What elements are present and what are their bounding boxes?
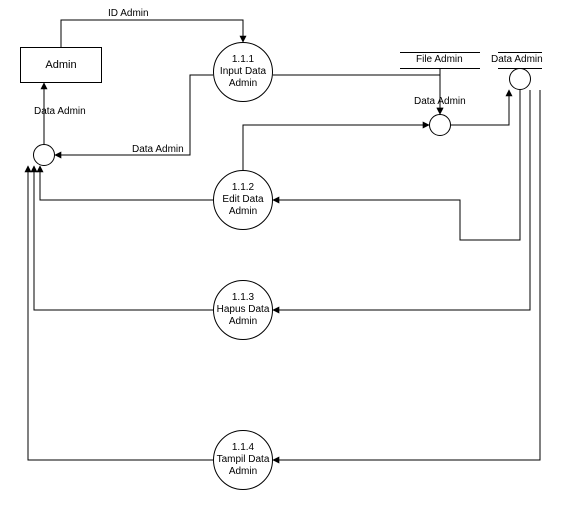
dfd-diagram: Admin 1.1.1 Input Data Admin 1.1.2 Edit … xyxy=(0,0,570,525)
flow-data-admin-center: Data Admin xyxy=(132,144,184,155)
process-name: Hapus Data Admin xyxy=(217,304,270,328)
flow-data-admin-right: Data Admin xyxy=(491,54,543,65)
process-id: 1.1.2 xyxy=(232,182,254,194)
process-1-1-1: 1.1.1 Input Data Admin xyxy=(213,42,273,102)
process-name: Edit Data Admin xyxy=(222,194,263,218)
process-id: 1.1.1 xyxy=(232,54,254,66)
junction-left xyxy=(33,144,55,166)
datastore-file-admin-label: File Admin xyxy=(416,54,463,65)
process-1-1-4: 1.1.4 Tampil Data Admin xyxy=(213,430,273,490)
process-id: 1.1.3 xyxy=(232,292,254,304)
process-id: 1.1.4 xyxy=(232,442,254,454)
junction-bar-top xyxy=(498,52,542,53)
flow-data-admin-left: Data Admin xyxy=(34,106,86,117)
junction-bar-bottom xyxy=(498,68,542,69)
flow-data-admin-ds: Data Admin xyxy=(414,96,466,107)
process-name: Input Data Admin xyxy=(220,66,266,90)
process-name: Tampil Data Admin xyxy=(217,454,270,478)
process-1-1-2: 1.1.2 Edit Data Admin xyxy=(213,170,273,230)
process-1-1-3: 1.1.3 Hapus Data Admin xyxy=(213,280,273,340)
entity-admin: Admin xyxy=(20,47,102,83)
junction-right xyxy=(429,114,451,136)
datastore-file-admin-top xyxy=(400,52,480,53)
junction-far-right xyxy=(509,68,531,90)
datastore-file-admin-bottom xyxy=(400,68,480,69)
flow-id-admin: ID Admin xyxy=(108,8,149,19)
